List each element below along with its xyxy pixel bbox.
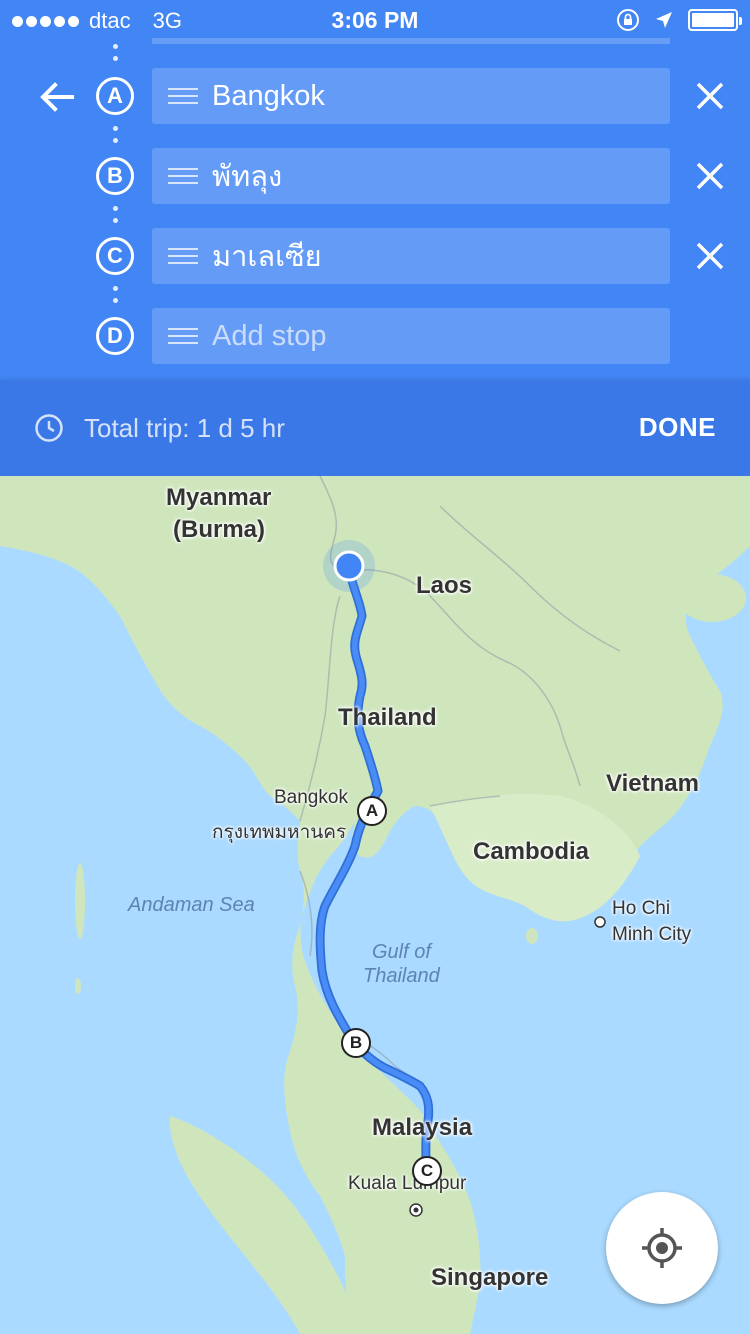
- map-view[interactable]: Myanmar (Burma) Laos Thailand Vietnam Ba…: [0, 476, 750, 1334]
- status-right: [616, 8, 742, 32]
- directions-panel: dtac 3G 3:06 PM A Bangkok B พัทลุง C มาเ…: [0, 0, 750, 380]
- island-nicobar: [75, 978, 81, 994]
- map-label-vietnam: Vietnam: [606, 770, 699, 797]
- current-location-dot: [333, 550, 365, 582]
- stop-text-b: พัทลุง: [212, 161, 283, 193]
- island-phuquoc: [526, 928, 538, 944]
- rotation-lock-icon: [617, 9, 639, 31]
- my-location-button[interactable]: [606, 1192, 718, 1304]
- close-icon[interactable]: [694, 240, 726, 272]
- stop-marker-a: A: [96, 77, 134, 115]
- add-stop-placeholder: Add stop: [212, 319, 327, 352]
- total-trip-time: Total trip: 1 d 5 hr: [84, 413, 285, 443]
- done-button[interactable]: DONE: [639, 412, 716, 443]
- map-label-singapore: Singapore: [431, 1264, 549, 1291]
- route-marker-b[interactable]: B: [341, 1028, 371, 1058]
- battery-fill: [692, 13, 734, 27]
- map-label-gulf-2: Thailand: [363, 965, 440, 987]
- stop-marker-d: D: [96, 317, 134, 355]
- island-hainan: [678, 574, 746, 622]
- stop-row-b: B พัทลุง: [0, 148, 750, 204]
- trip-summary-bar: Total trip: 1 d 5 hr DONE: [0, 380, 750, 476]
- battery-icon: [688, 9, 742, 31]
- map-label-cambodia: Cambodia: [473, 838, 590, 865]
- add-stop-input[interactable]: Add stop: [152, 308, 670, 364]
- stop-text-c: มาเลเซีย: [212, 241, 322, 273]
- stop-field-a[interactable]: Bangkok: [152, 68, 670, 124]
- map-label-myanmar: Myanmar: [166, 484, 272, 511]
- city-dot-kl-center: [413, 1207, 419, 1213]
- route-dots: [113, 286, 118, 310]
- stop-marker-b: B: [96, 157, 134, 195]
- stop-marker-c: C: [96, 237, 134, 275]
- clock-icon: [35, 414, 63, 442]
- route-dots: [113, 206, 118, 230]
- route-dots: [113, 126, 118, 150]
- route-marker-a[interactable]: A: [357, 796, 387, 826]
- drag-handle-icon[interactable]: [168, 248, 198, 264]
- close-icon[interactable]: [694, 160, 726, 192]
- map-label-hcmc-2: Minh City: [612, 924, 692, 945]
- map-label-malaysia: Malaysia: [372, 1114, 473, 1141]
- island-andaman: [75, 863, 85, 939]
- map-label-bangkok-thai: กรุงเทพมหานคร: [212, 822, 347, 843]
- map-label-burma: (Burma): [173, 516, 266, 543]
- status-bar: dtac 3G 3:06 PM: [0, 0, 750, 40]
- map-label-gulf-1: Gulf of: [372, 941, 431, 963]
- stop-row-d: D Add stop: [0, 308, 750, 364]
- stop-text-a: Bangkok: [212, 79, 325, 112]
- map-label-hcmc-1: Ho Chi: [612, 898, 671, 919]
- map-label-laos: Laos: [416, 572, 473, 599]
- stop-field-c[interactable]: มาเลเซีย: [152, 228, 670, 284]
- stop-field-b[interactable]: พัทลุง: [152, 148, 670, 204]
- map-label-bangkok: Bangkok: [274, 787, 348, 808]
- route-marker-c[interactable]: C: [412, 1156, 442, 1186]
- map-label-andaman-sea: Andaman Sea: [128, 894, 255, 916]
- location-arrow-icon: [656, 12, 672, 28]
- map-label-thailand: Thailand: [338, 704, 437, 731]
- close-icon[interactable]: [694, 80, 726, 112]
- drag-handle-icon[interactable]: [168, 168, 198, 184]
- drag-handle-icon[interactable]: [168, 88, 198, 104]
- stop-row-c: C มาเลเซีย: [0, 228, 750, 284]
- city-dot-hcmc: [594, 916, 606, 928]
- route-dots: [113, 44, 118, 68]
- map-label-kuala-lumpur: Kuala Lumpur: [348, 1173, 467, 1194]
- crosshair-icon: [642, 1228, 682, 1268]
- previous-field-edge: [152, 38, 670, 44]
- stop-row-a: A Bangkok: [0, 68, 750, 124]
- drag-handle-icon[interactable]: [168, 328, 198, 344]
